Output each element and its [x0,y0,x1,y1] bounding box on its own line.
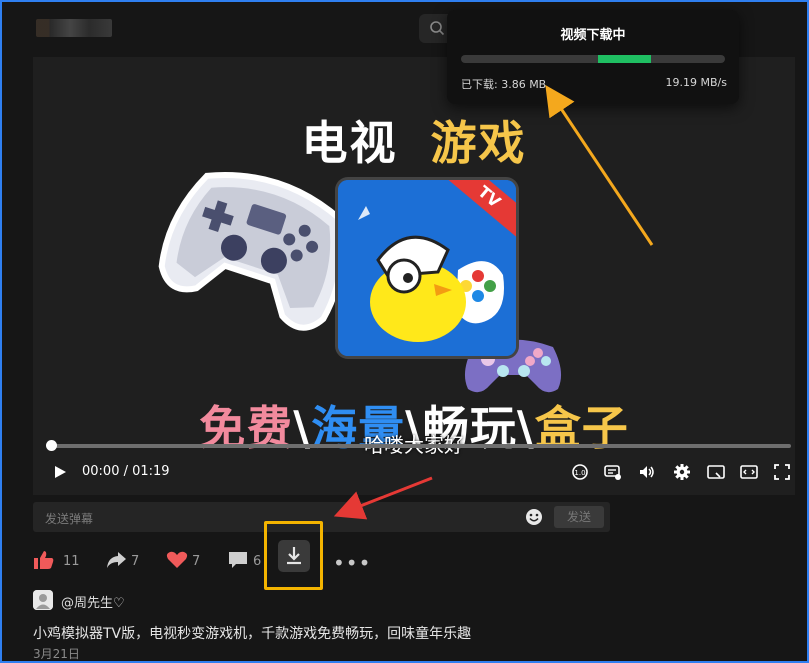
download-progress-popup: 视频下载中 已下载: 3.86 MB 19.19 MB/s [447,10,739,104]
fullscreen-icon[interactable] [773,463,791,481]
more-options-icon[interactable]: ••• [333,551,371,575]
download-speed: 19.19 MB/s [665,76,727,89]
heart-icon [166,551,188,568]
title-right: 游戏 [430,116,527,170]
svg-text:1.0: 1.0 [574,469,585,477]
video-progress-handle[interactable] [46,440,57,451]
video-time: 00:00 / 01:19 [82,464,170,479]
download-progress-fill [598,55,652,63]
like-button[interactable]: 11 [33,550,83,572]
video-player[interactable]: 电视 游戏 TV 免费\海量\畅玩\盒子 哈喽大家好 00:00 / 01:19… [33,57,795,495]
picture-in-picture-icon[interactable] [707,463,725,481]
video-description: 小鸡模拟器TV版，电视秒变游戏机，千款游戏免费畅玩，回味童年乐趣 [33,626,472,642]
danmaku-input[interactable]: 发送弹幕 [45,510,93,527]
publish-date: 3月21日 [33,647,80,661]
popup-title: 视频下载中 [560,28,626,43]
play-icon[interactable] [53,465,67,479]
player-controls: 00:00 / 01:19 1.0 [33,457,795,487]
send-danmaku-button[interactable]: 发送 [554,506,604,528]
download-progress-bar [461,55,725,63]
gamepad-left-image [158,172,346,331]
playback-speed-icon[interactable]: 1.0 [571,463,589,481]
app-icon-image: TV [338,180,516,356]
share-count: 7 [131,554,140,569]
video-progress-bar[interactable] [47,444,791,448]
favorite-count: 7 [192,554,201,569]
danmaku-toggle-icon[interactable] [604,463,622,481]
blurred-user-avatar[interactable] [36,19,112,37]
favorite-button[interactable]: 7 [166,550,206,572]
video-title-text: 电视 游戏 [33,107,795,173]
emoji-icon[interactable] [525,508,543,526]
volume-icon[interactable] [638,463,656,481]
share-arrow-icon [107,552,126,568]
action-bar: 11 7 7 6 [33,544,433,578]
widescreen-icon[interactable] [740,463,758,481]
comment-bubble-icon [229,552,247,568]
settings-gear-icon[interactable] [673,463,691,481]
comment-button[interactable]: 6 [227,550,267,572]
share-button[interactable]: 7 [105,550,145,572]
author-avatar[interactable] [33,590,53,610]
thumbs-up-icon [34,551,54,569]
comment-count: 6 [253,554,262,569]
download-highlight-box [264,521,323,590]
search-icon [430,21,445,36]
author-name[interactable]: @周先生♡ [61,592,125,611]
like-count: 11 [63,554,80,569]
downloaded-size: 已下载: 3.86 MB [461,78,547,91]
